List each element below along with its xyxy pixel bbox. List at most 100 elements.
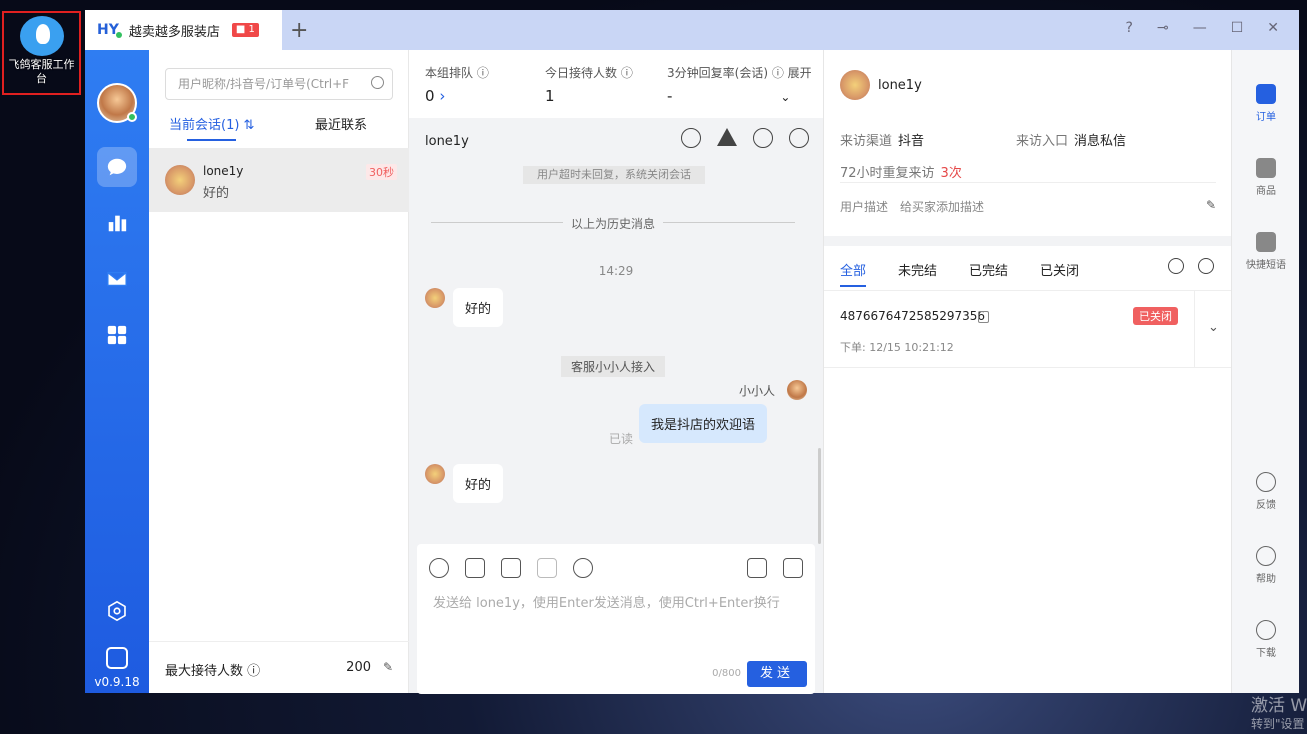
unread-badge: ■ 1	[231, 23, 259, 37]
customer-avatar	[425, 464, 445, 484]
send-plane-icon[interactable]	[747, 558, 767, 578]
download-icon	[1256, 620, 1276, 640]
desktop-app-icon[interactable]: 飞鸽客服工作台	[2, 11, 81, 95]
warning-icon[interactable]	[717, 128, 737, 146]
message-input[interactable]: 发送给 lone1y，使用Enter发送消息，使用Ctrl+Enter换行	[433, 592, 780, 611]
divider	[840, 182, 1216, 183]
max-serve-bar: 最大接待人数 ⓘ 200 ✎	[149, 641, 409, 693]
feedback-icon	[1256, 472, 1276, 492]
video-icon[interactable]	[501, 558, 521, 578]
nav-apps[interactable]	[97, 315, 137, 355]
coupon-icon[interactable]	[783, 558, 803, 578]
send-button[interactable]: 发送	[747, 661, 807, 687]
order-actions	[1168, 258, 1214, 274]
online-dot	[115, 32, 122, 38]
sidebar-item-feedback[interactable]: 反馈	[1232, 472, 1300, 511]
sidebar-item-help[interactable]: 帮助	[1232, 546, 1300, 585]
conversation-tabs: 当前会话(1) ⇅ 最近联系	[149, 114, 409, 144]
desktop-icon-label: 飞鸽客服工作台	[8, 58, 75, 85]
mail-icon	[107, 271, 127, 287]
chat-area: lone1y 用户超时未回复，系统关闭会话 以上为历史消息 14:29 好的 客…	[409, 118, 823, 694]
order-card[interactable]: 4876676472585297356 已关闭 下单: 12/15 10:21:…	[824, 290, 1232, 368]
composer-toolbar-right	[747, 558, 803, 578]
chevron-down-icon[interactable]: ⌄	[780, 90, 790, 104]
read-receipt: 已读	[609, 432, 634, 446]
char-counter: 0/800	[712, 668, 741, 679]
edit-icon[interactable]: ✎	[1206, 198, 1216, 212]
scissors-icon[interactable]	[573, 558, 593, 578]
copy-icon[interactable]	[978, 311, 989, 323]
tab-all-orders[interactable]: 全部	[840, 260, 867, 287]
apps-icon	[107, 325, 127, 345]
tab-recent-contacts[interactable]: 最近联系	[315, 114, 367, 133]
stats-bar: 本组排队 ⓘ 0 › 今日接待人数 ⓘ 1 3分钟回复率(会话) ⓘ 展开 - ⌄	[409, 50, 823, 118]
order-icon	[1256, 84, 1276, 104]
customer-info: lone1y 来访渠道 抖音 来访入口 消息私信 72小时重复来访 3次 用户描述 给买…	[824, 50, 1232, 236]
composer-toolbar	[429, 558, 593, 578]
tab-unfinished-orders[interactable]: 未完结	[898, 260, 937, 279]
app-version: v0.9.18	[94, 675, 140, 689]
power-icon[interactable]	[789, 128, 809, 148]
order-status-badge: 已关闭	[1133, 307, 1178, 325]
online-status	[127, 112, 137, 122]
conversation-item[interactable]: lone1y 好的 30秒	[149, 148, 409, 212]
stat-reply-rate: 3分钟回复率(会话) ⓘ 展开 - ⌄	[667, 66, 812, 105]
maximize-button[interactable]: ☐	[1231, 20, 1244, 36]
conversation-list: 用户昵称/抖音号/订单号(Ctrl+F 当前会话(1) ⇅ 最近联系 lone1…	[149, 50, 409, 693]
note-icon[interactable]	[537, 558, 557, 578]
transfer-user-icon[interactable]	[753, 128, 773, 148]
nav-stats[interactable]	[97, 203, 137, 243]
star-icon[interactable]	[681, 128, 701, 148]
edit-icon[interactable]: ✎	[383, 660, 393, 674]
description-input[interactable]: 给买家添加描述	[900, 200, 984, 214]
order-tabs: 全部 未完结 已完结 已关闭	[840, 260, 1079, 287]
chat-scrollbar[interactable]	[818, 448, 821, 544]
user-description: 用户描述 给买家添加描述	[840, 200, 985, 214]
nav-chat[interactable]	[97, 147, 137, 187]
queue-value: 0	[425, 87, 435, 105]
search-icon[interactable]	[1198, 258, 1214, 274]
customer-name: lone1y	[203, 164, 244, 178]
tab-finished-orders[interactable]: 已完结	[969, 260, 1008, 279]
customer-avatar	[840, 70, 870, 100]
sidebar-item-quick-phrases[interactable]: 快捷短语	[1232, 232, 1300, 271]
pin-icon[interactable]: ⊸	[1157, 20, 1169, 36]
close-button[interactable]: ✕	[1267, 20, 1279, 36]
sidebar-item-download[interactable]: 下载	[1232, 620, 1300, 659]
agent-message: 我是抖店的欢迎语	[639, 404, 768, 443]
add-tab-button[interactable]: +	[290, 18, 308, 43]
customer-avatar	[165, 165, 195, 195]
nav-settings[interactable]	[97, 591, 137, 631]
goods-icon	[1256, 158, 1276, 178]
sidebar-item-goods[interactable]: 商品	[1232, 158, 1300, 197]
message-composer: 发送给 lone1y，使用Enter发送消息，使用Ctrl+Enter换行 0/…	[417, 544, 815, 694]
today-value: 1	[545, 87, 555, 105]
tab-current-sessions[interactable]: 当前会话(1) ⇅	[169, 114, 254, 141]
shop-name: 越卖越多服装店	[128, 24, 220, 40]
help-icon[interactable]: ?	[1126, 20, 1133, 36]
sidebar-item-orders[interactable]: 订单	[1232, 84, 1300, 123]
expand-button[interactable]: 展开	[788, 66, 812, 80]
minimize-button[interactable]: —	[1193, 20, 1207, 36]
help-icon	[1256, 546, 1276, 566]
search-input[interactable]: 用户昵称/抖音号/订单号(Ctrl+F	[165, 68, 393, 100]
last-message: 好的	[203, 186, 230, 201]
chart-icon	[108, 215, 127, 232]
order-id: 4876676472585297356	[840, 309, 986, 323]
orders-section: 全部 未完结 已完结 已关闭 4876676472585297356 已关闭 下…	[824, 246, 1232, 693]
title-bar: HY 越卖越多服装店 ■ 1 + ? ⊸ — ☐ ✕	[85, 10, 1299, 50]
search-icon[interactable]	[371, 76, 384, 89]
agent-name: 小小人	[738, 384, 775, 398]
shop-tab[interactable]: HY 越卖越多服装店 ■ 1	[85, 10, 282, 50]
image-icon[interactable]	[465, 558, 485, 578]
emoji-icon[interactable]	[429, 558, 449, 578]
tab-closed-orders[interactable]: 已关闭	[1040, 260, 1079, 279]
reply-rate-value: -	[667, 87, 673, 105]
activation-watermark-sub: 转到"设置	[1251, 717, 1305, 731]
agent-avatar[interactable]	[97, 83, 137, 123]
max-serve-label: 最大接待人数 ⓘ	[165, 664, 261, 679]
refresh-icon[interactable]	[1168, 258, 1184, 274]
chevron-down-icon[interactable]: ⌄	[1194, 291, 1232, 367]
nav-mail[interactable]	[97, 259, 137, 299]
wait-time-badge: 30秒	[366, 164, 397, 180]
